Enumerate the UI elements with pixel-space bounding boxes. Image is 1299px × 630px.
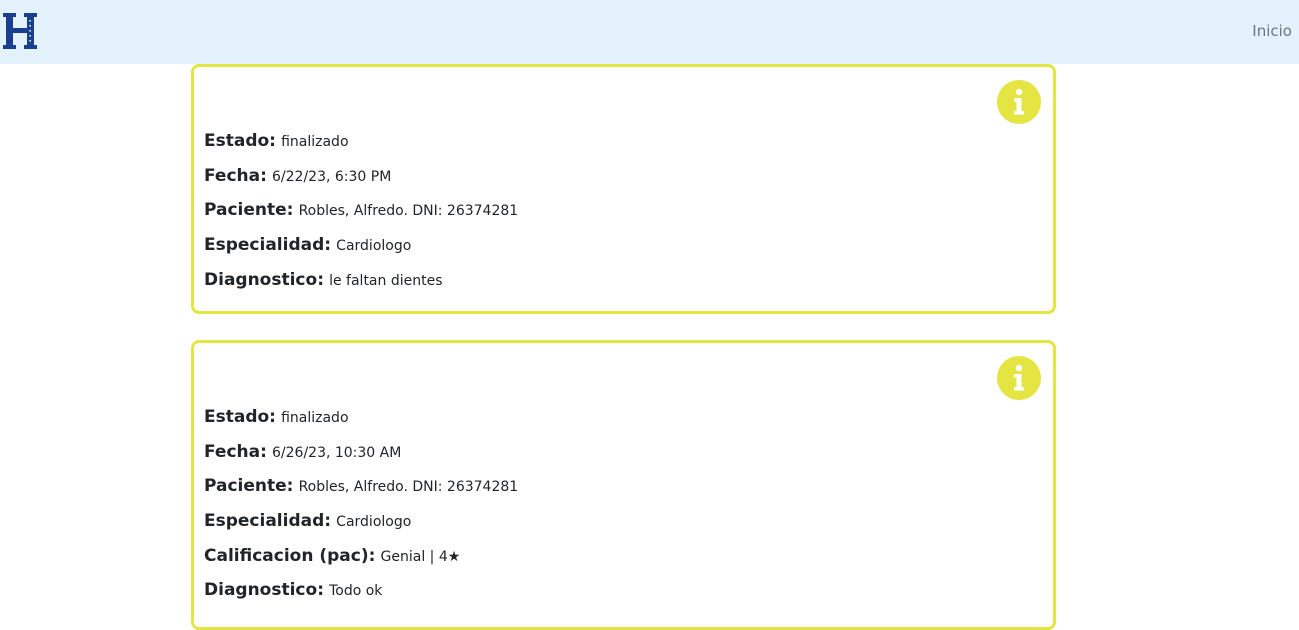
estado-value: finalizado: [281, 134, 349, 150]
diagnostico-label: Diagnostico:: [204, 269, 324, 290]
estado-label: Estado:: [204, 131, 276, 151]
calificacion-label: Calificacion (pac):: [204, 545, 376, 566]
paciente-value: Robles, Alfredo. DNI: 26374281: [298, 203, 519, 220]
paciente-label: Paciente:: [204, 476, 294, 497]
diagnostico-row: Diagnostico: le faltan dientes: [204, 270, 518, 305]
especialidad-row: Especialidad: Cardiologo: [204, 511, 518, 546]
turno-card: Estado: finalizado Fecha: 6/22/23, 6:30 …: [191, 64, 1056, 314]
paciente-row: Paciente: Robles, Alfredo. DNI: 26374281: [204, 476, 518, 511]
especialidad-row: Especialidad: Cardiologo: [204, 235, 518, 270]
nav-link-inicio[interactable]: Inicio: [1252, 22, 1292, 40]
calificacion-value: Genial | 4★: [380, 548, 461, 565]
turno-details: Estado: finalizado Fecha: 6/22/23, 6:30 …: [204, 131, 518, 304]
paciente-label: Paciente:: [204, 200, 294, 221]
paciente-value: Robles, Alfredo. DNI: 26374281: [298, 479, 519, 496]
turno-details: Estado: finalizado Fecha: 6/26/23, 10:30…: [204, 407, 518, 615]
fecha-row: Fecha: 6/22/23, 6:30 PM: [204, 166, 518, 201]
diagnostico-row: Diagnostico: Todo ok: [204, 580, 518, 615]
estado-value: finalizado: [281, 410, 349, 426]
fecha-value: 6/26/23, 10:30 AM: [272, 444, 402, 461]
especialidad-label: Especialidad:: [204, 511, 332, 532]
especialidad-value: Cardiologo: [336, 238, 412, 255]
paciente-row: Paciente: Robles, Alfredo. DNI: 26374281: [204, 200, 518, 235]
estado-row: Estado: finalizado: [204, 131, 518, 166]
fecha-label: Fecha:: [204, 165, 267, 186]
fecha-row: Fecha: 6/26/23, 10:30 AM: [204, 442, 518, 477]
especialidad-value: Cardiologo: [336, 514, 412, 531]
estado-label: Estado:: [204, 407, 276, 427]
diagnostico-value: Todo ok: [329, 583, 383, 600]
hospital-logo-icon[interactable]: [2, 11, 38, 51]
info-icon[interactable]: [997, 356, 1041, 400]
navbar: Inicio: [0, 0, 1299, 64]
diagnostico-label: Diagnostico:: [204, 580, 324, 601]
turno-card: Estado: finalizado Fecha: 6/26/23, 10:30…: [191, 340, 1056, 630]
calificacion-row: Calificacion (pac): Genial | 4★: [204, 546, 518, 581]
especialidad-label: Especialidad:: [204, 235, 332, 256]
fecha-value: 6/22/23, 6:30 PM: [272, 168, 392, 185]
diagnostico-value: le faltan dientes: [329, 272, 443, 289]
info-icon[interactable]: [997, 80, 1041, 124]
estado-row: Estado: finalizado: [204, 407, 518, 442]
fecha-label: Fecha:: [204, 441, 267, 462]
